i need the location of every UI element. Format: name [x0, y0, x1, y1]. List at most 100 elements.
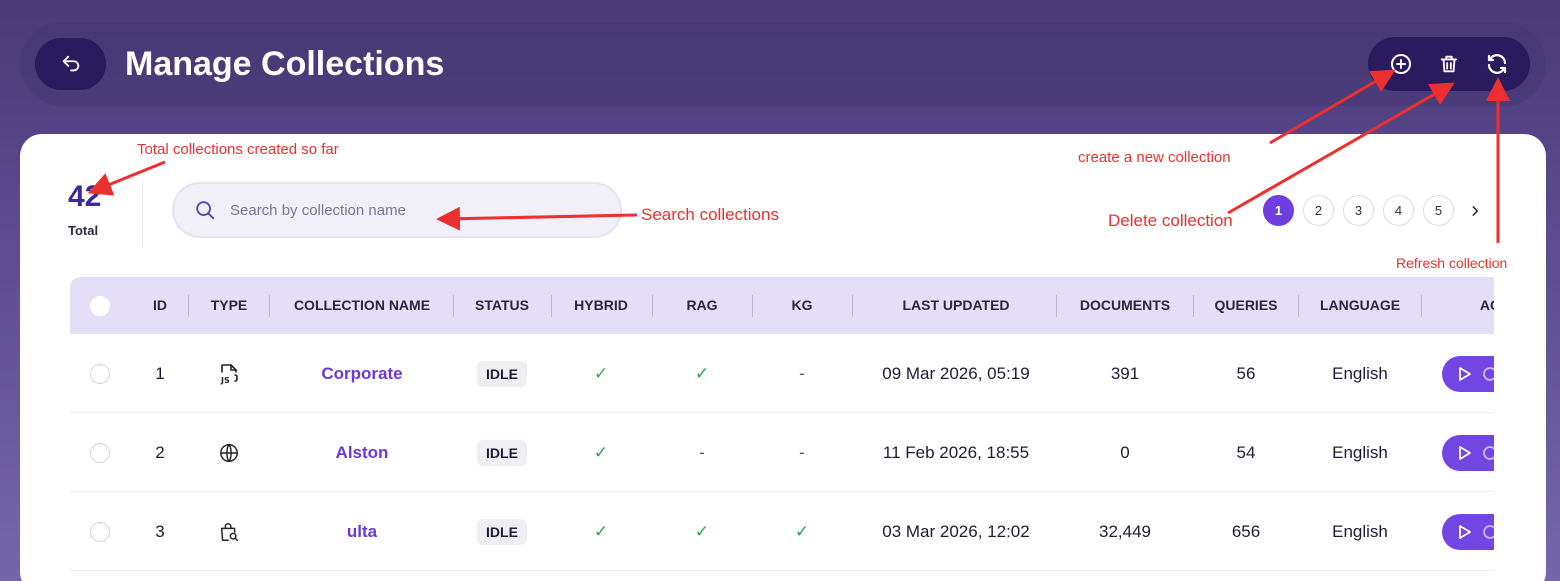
- kg-value: -: [799, 442, 805, 462]
- page-title: Manage Collections: [125, 45, 445, 83]
- column-separator: [1193, 295, 1194, 317]
- back-arrow-icon: [62, 55, 79, 72]
- shopping-bag-search-icon: [220, 522, 238, 541]
- last-updated: 11 Feb 2026, 18:55: [882, 442, 1030, 462]
- rag-value: -: [699, 442, 705, 462]
- page-5-button[interactable]: 5: [1423, 195, 1454, 226]
- select-all-checkbox[interactable]: [90, 295, 110, 316]
- query-icon: [1483, 446, 1494, 460]
- pagination: 1 2 3 4 5: [1263, 195, 1487, 226]
- last-updated: 03 Mar 2026, 12:02: [882, 521, 1030, 541]
- status-badge: IDLE: [477, 518, 527, 545]
- queries-count: 56: [1236, 363, 1256, 383]
- play-icon: [1459, 367, 1471, 381]
- rag-check: ✓: [694, 363, 710, 383]
- column-separator: [453, 295, 454, 317]
- next-page-button[interactable]: [1463, 195, 1487, 226]
- query-icon: [1483, 525, 1494, 539]
- table-row[interactable]: 1 JS Corporate IDLE ✓ ✓ - 09 Mar 2026, 0…: [70, 334, 1494, 413]
- col-documents[interactable]: DOCUMENTS: [1070, 277, 1180, 334]
- documents-count: 0: [1120, 442, 1130, 462]
- column-separator: [652, 295, 653, 317]
- plus-circle-icon: [1391, 54, 1411, 74]
- hybrid-check: ✓: [593, 363, 609, 383]
- row-checkbox[interactable]: [90, 442, 110, 463]
- trash-icon: [1440, 55, 1458, 73]
- annotation-search: Search collections: [641, 205, 779, 224]
- search-box[interactable]: [172, 182, 622, 238]
- queries-count: 54: [1236, 442, 1256, 462]
- col-queries[interactable]: QUERIES: [1206, 277, 1286, 334]
- col-hybrid[interactable]: HYBRID: [560, 277, 642, 334]
- refresh-icon: [1487, 54, 1507, 74]
- kg-check: ✓: [794, 521, 810, 541]
- back-button[interactable]: [35, 38, 106, 90]
- kg-value: -: [799, 363, 805, 383]
- annotation-create: create a new collection: [1078, 149, 1231, 166]
- language: English: [1332, 442, 1388, 462]
- hybrid-check: ✓: [593, 442, 609, 462]
- chevron-right-icon: [1472, 205, 1479, 216]
- col-type[interactable]: TYPE: [202, 277, 256, 334]
- play-icon: [1459, 525, 1471, 539]
- js-file-icon: JS: [220, 363, 238, 385]
- language: English: [1332, 363, 1388, 383]
- run-collection-button[interactable]: [1442, 435, 1494, 471]
- play-icon: [1459, 446, 1471, 460]
- page-1-button[interactable]: 1: [1263, 195, 1294, 226]
- header-actions: [1368, 37, 1530, 91]
- query-icon: [1483, 367, 1494, 381]
- column-separator: [1056, 295, 1057, 317]
- total-count: 42: [68, 180, 102, 213]
- row-id: 3: [155, 521, 165, 541]
- col-last-updated[interactable]: LAST UPDATED: [866, 277, 1046, 334]
- col-id[interactable]: ID: [140, 277, 180, 334]
- column-separator: [852, 295, 853, 317]
- page-4-button[interactable]: 4: [1383, 195, 1414, 226]
- column-separator: [752, 295, 753, 317]
- last-updated: 09 Mar 2026, 05:19: [882, 363, 1030, 383]
- annotation-refresh: Refresh collection: [1396, 255, 1508, 271]
- run-collection-button[interactable]: [1442, 514, 1494, 550]
- add-collection-button[interactable]: [1386, 49, 1416, 79]
- col-language[interactable]: LANGUAGE: [1310, 277, 1410, 334]
- col-name[interactable]: COLLECTION NAME: [282, 277, 442, 334]
- collections-card: 42 Total 1 2 3 4 5 ID TYPE COLLECTION NA…: [20, 134, 1546, 581]
- column-separator: [269, 295, 270, 317]
- column-separator: [551, 295, 552, 317]
- documents-count: 32,449: [1099, 521, 1151, 541]
- delete-collection-button[interactable]: [1434, 49, 1464, 79]
- row-checkbox[interactable]: [90, 363, 110, 384]
- row-type: [202, 492, 256, 571]
- total-label: Total: [68, 223, 99, 238]
- row-id: 2: [155, 442, 165, 462]
- status-badge: IDLE: [477, 439, 527, 466]
- refresh-collection-button[interactable]: [1482, 49, 1512, 79]
- hybrid-check: ✓: [593, 521, 609, 541]
- col-rag[interactable]: RAG: [660, 277, 744, 334]
- documents-count: 391: [1110, 363, 1140, 383]
- page-2-button[interactable]: 2: [1303, 195, 1334, 226]
- collection-name-link[interactable]: Corporate: [282, 334, 442, 413]
- row-type: [202, 413, 256, 492]
- col-kg[interactable]: KG: [760, 277, 844, 334]
- status-badge: IDLE: [477, 360, 527, 387]
- collection-name-link[interactable]: ulta: [282, 492, 442, 571]
- header-bar: Manage Collections: [20, 22, 1546, 106]
- col-actions[interactable]: AC: [1470, 277, 1494, 334]
- total-summary: 42 Total: [68, 178, 128, 238]
- divider: [142, 180, 143, 248]
- row-id: 1: [155, 363, 165, 383]
- table-row[interactable]: 3 ulta IDLE ✓ ✓ ✓ 03 Mar 2026, 12:02 32,…: [70, 492, 1494, 571]
- column-separator: [1421, 295, 1422, 317]
- search-input[interactable]: [230, 201, 590, 219]
- rag-check: ✓: [694, 521, 710, 541]
- col-status[interactable]: STATUS: [462, 277, 542, 334]
- table-row[interactable]: 2 Alston IDLE ✓ - - 11 Feb 2026, 18:55 0…: [70, 413, 1494, 492]
- row-checkbox[interactable]: [90, 521, 110, 542]
- run-collection-button[interactable]: [1442, 356, 1494, 392]
- page-3-button[interactable]: 3: [1343, 195, 1374, 226]
- column-separator: [188, 295, 189, 317]
- globe-icon: [220, 443, 238, 462]
- collection-name-link[interactable]: Alston: [282, 413, 442, 492]
